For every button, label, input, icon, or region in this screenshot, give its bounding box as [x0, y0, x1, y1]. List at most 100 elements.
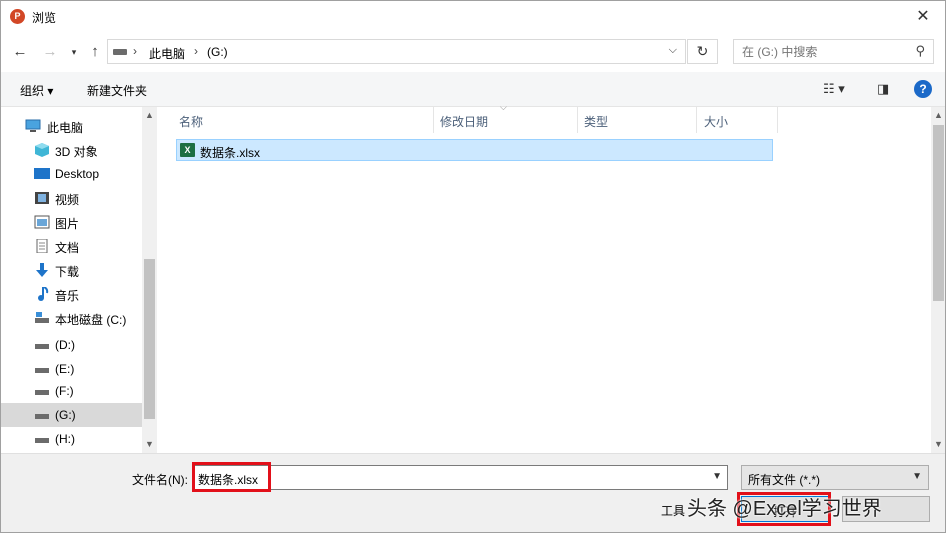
close-button[interactable]: ✕ — [901, 1, 945, 32]
sidebar-item-videos[interactable]: 视频 — [1, 186, 142, 210]
back-arrow-icon: ← — [12, 43, 28, 60]
sidebar-item-label: 图片 — [55, 217, 80, 231]
refresh-icon: ↻ — [696, 43, 709, 59]
sidebar-item-pictures[interactable]: 图片 — [1, 210, 142, 234]
sort-indicator-icon: ⌵ — [500, 102, 507, 112]
command-toolbar: 组织 ▾ 新建文件夹 ☷ ▾ ◨ ? — [1, 72, 945, 107]
breadcrumb-drive-g[interactable]: (G:) — [207, 45, 228, 59]
sidebar-item-label: 本地磁盘 (C:) — [55, 313, 127, 327]
scrollbar-thumb[interactable] — [144, 259, 155, 419]
sidebar-item-documents[interactable]: 文档 — [1, 234, 142, 258]
scroll-up-icon[interactable]: ▲ — [145, 110, 154, 120]
preview-pane-icon[interactable]: ◨ — [877, 81, 889, 97]
filetype-select[interactable]: 所有文件 (*.*) ▼ — [741, 465, 929, 490]
sidebar-item-label: (E:) — [55, 362, 75, 376]
filename-value: 数据条.xlsx — [198, 473, 259, 487]
sidebar-item-drive-e[interactable]: (E:) — [1, 357, 142, 381]
tools-menu[interactable]: 工具 — [661, 502, 685, 519]
file-list: 名称 修改日期 ⌵ 类型 大小 X 数据条.xlsx — [158, 102, 931, 453]
sidebar-item-drive-d[interactable]: (D:) — [1, 333, 142, 357]
column-header-size[interactable]: 大小 — [697, 107, 777, 133]
cube-icon — [35, 143, 49, 157]
chevron-right-icon: › — [133, 44, 137, 58]
scrollbar-thumb[interactable] — [933, 125, 944, 301]
drive-icon — [35, 438, 49, 443]
sidebar-scrollbar[interactable]: ▲ ▼ — [142, 107, 157, 453]
scroll-down-icon[interactable]: ▼ — [145, 439, 154, 449]
drive-icon — [35, 390, 49, 395]
sidebar-item-label: (H:) — [55, 432, 75, 446]
drive-icon — [35, 344, 49, 349]
sidebar-item-label: (G:) — [55, 408, 76, 422]
document-icon — [36, 239, 48, 253]
chevron-right-icon: › — [194, 44, 198, 58]
address-bar[interactable]: › 此电脑 › (G:) ⌵ — [107, 39, 686, 64]
up-button[interactable]: ↑ — [85, 42, 105, 62]
sidebar-item-drive-g[interactable]: (G:) — [1, 403, 142, 427]
chevron-down-icon[interactable]: ⌵ — [669, 44, 677, 57]
scroll-down-icon[interactable]: ▼ — [934, 439, 943, 449]
computer-icon — [25, 119, 41, 132]
file-browse-dialog: P 浏览 ✕ ← → ▾ ↑ › 此电脑 › (G:) ⌵ ↻ ⚲ 组织 ▾ 新… — [0, 0, 946, 533]
search-icon: ⚲ — [915, 43, 925, 58]
back-button[interactable]: ← — [10, 42, 30, 62]
list-item[interactable]: X 数据条.xlsx — [176, 139, 773, 161]
sidebar-item-label: Desktop — [55, 167, 100, 181]
sidebar-item-this-pc[interactable]: 此电脑 — [1, 114, 142, 138]
column-header-date[interactable]: 修改日期 ⌵ — [434, 102, 577, 133]
navigation-pane: 此电脑 3D 对象 Desktop 视频 图片 文档 下载 音乐 本地磁盘 (C… — [1, 107, 157, 453]
up-arrow-icon: ↑ — [91, 43, 99, 60]
dialog-footer: 文件名(N): 数据条.xlsx ▼ 所有文件 (*.*) ▼ 工具 打开 头条… — [1, 453, 945, 532]
sidebar-item-music[interactable]: 音乐 — [1, 282, 142, 306]
music-icon — [38, 287, 49, 301]
search-box[interactable]: ⚲ — [733, 39, 934, 64]
drive-icon — [35, 312, 49, 323]
forward-arrow-icon: → — [42, 43, 58, 60]
search-input[interactable] — [742, 45, 902, 59]
sidebar-item-label: 音乐 — [55, 289, 80, 303]
forward-button[interactable]: → — [40, 42, 60, 62]
navigation-bar: ← → ▾ ↑ › 此电脑 › (G:) ⌵ ↻ ⚲ — [1, 32, 945, 72]
sidebar-item-label: (F:) — [55, 384, 74, 398]
chevron-down-icon: ▾ — [71, 47, 77, 57]
sidebar-item-label: 视频 — [55, 193, 80, 207]
navigation-tree: 此电脑 3D 对象 Desktop 视频 图片 文档 下载 音乐 本地磁盘 (C… — [1, 107, 142, 453]
sidebar-item-downloads[interactable]: 下载 — [1, 258, 142, 282]
drive-icon — [35, 368, 49, 373]
sidebar-item-desktop[interactable]: Desktop — [1, 162, 142, 186]
file-list-scrollbar[interactable]: ▲ ▼ — [931, 107, 945, 453]
sidebar-item-3d-objects[interactable]: 3D 对象 — [1, 138, 142, 162]
video-icon — [35, 192, 49, 204]
file-name: 数据条.xlsx — [200, 146, 261, 160]
drive-icon — [113, 49, 127, 55]
sidebar-item-label: 下载 — [55, 265, 80, 279]
drive-icon — [35, 414, 49, 419]
sidebar-item-label: 文档 — [55, 241, 80, 255]
powerpoint-icon: P — [10, 9, 25, 24]
sidebar-item-label: 此电脑 — [47, 121, 84, 135]
column-header-type[interactable]: 类型 — [578, 107, 696, 133]
scroll-up-icon[interactable]: ▲ — [934, 110, 943, 120]
sidebar-item-drive-h[interactable]: (H:) — [1, 427, 142, 451]
desktop-icon — [34, 168, 50, 179]
view-options-icon[interactable]: ☷ ▾ — [823, 81, 845, 97]
sidebar-item-drive-f[interactable]: (F:) — [1, 379, 142, 403]
filename-field[interactable]: 数据条.xlsx ▼ — [192, 465, 728, 490]
column-header-name[interactable]: 名称 — [158, 107, 433, 133]
breadcrumb-this-pc[interactable]: 此电脑 — [149, 45, 185, 62]
new-folder-button[interactable]: 新建文件夹 — [87, 82, 147, 99]
download-icon — [36, 263, 48, 277]
chevron-down-icon[interactable]: ▼ — [712, 471, 722, 482]
excel-icon: X — [180, 143, 195, 157]
sidebar-item-drive-c[interactable]: 本地磁盘 (C:) — [1, 306, 142, 330]
chevron-down-icon: ▼ — [912, 471, 922, 482]
recent-locations-button[interactable]: ▾ — [64, 42, 84, 62]
title-bar: P 浏览 ✕ — [1, 1, 945, 32]
filename-label: 文件名(N): — [132, 473, 188, 487]
refresh-button[interactable]: ↻ — [687, 39, 718, 64]
close-icon: ✕ — [916, 8, 930, 25]
help-icon[interactable]: ? — [914, 80, 932, 98]
picture-icon — [34, 215, 50, 229]
organize-menu[interactable]: 组织 ▾ — [20, 82, 53, 99]
sidebar-item-label: (D:) — [55, 338, 75, 352]
